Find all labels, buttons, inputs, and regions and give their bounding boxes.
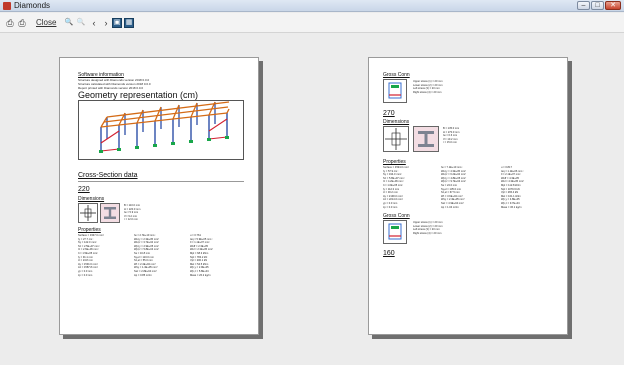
close-window-button[interactable]: ✕ [605,1,621,10]
report-page-1: Software information Structure designed … [59,57,259,335]
properties-column-1: Surface = 3337.0 mm² Iy = 27.7 cm⁴ Sy = … [78,234,104,277]
property-value: zp = 0.0 mm [383,205,398,209]
app-icon [3,2,11,10]
gross-conn-value: Right stress (4) = 20 mm [413,90,442,94]
gross-conn-value: Right stress (4) = 20 mm [413,231,442,235]
property-value: Ap = 0.85 m²/m [134,273,152,277]
gross-conn-diagram [383,220,407,244]
properties-header: Properties [78,227,101,233]
properties-column-2: Iw = 2.7E+10 mm⁶ Wel,y = 2.3E+05 mm³ Wel… [134,234,159,277]
report-page-2: Gross Conn Upper stress (1) = 20 mm Lowe… [368,57,568,335]
properties-column-1: Surface = 4594.0 mm² Iy = 57.9 cm⁴ Sy = … [383,166,409,209]
zoom-in-icon[interactable]: 🔍 [63,17,75,29]
section-axes-diagram [383,126,409,152]
property-value: Mass = 26.2 kg/m [190,273,211,277]
i-beam-icon [104,207,116,219]
gross-conn-header: Gross Conn [383,213,410,219]
print-setup-icon[interactable]: ⎙ [16,17,28,29]
properties-column-3: u = 0.817 Ieq = 1.1E+06 mm⁴ Il = 2.1E+07… [501,166,524,209]
section-name: 270 [383,110,395,117]
geometry-view [78,100,244,160]
gross-conn-list: Upper stress (1) = 20 mm Lower stress (2… [413,80,442,94]
single-page-icon[interactable]: ▣ [112,18,122,28]
structure-render [99,101,230,153]
property-value: Ap = 1.04 m²/m [441,205,459,209]
dimension-list: B = 110.0 mm H = 220.0 mm tw = 5.9 mm tf… [124,204,140,222]
previous-page-icon[interactable]: ‹ [88,17,100,29]
dimensions-header: Dimensions [78,196,105,202]
i-beam-diagram [100,203,120,223]
i-beam-diagram [413,126,439,152]
gross-conn-list: Upper stress (1) = 20 mm Lower stress (2… [413,221,442,235]
dimensions-header: Dimensions [383,119,410,125]
zoom-out-icon[interactable]: 🔍 [75,17,87,29]
two-page-icon[interactable]: ▦ [124,18,134,28]
close-button[interactable]: Close [36,17,56,29]
next-page-icon[interactable]: › [100,17,112,29]
property-value: Ssz = 2.8E+04 mm³ [134,269,157,273]
cross-section-title: Cross-Section data [78,172,138,179]
gross-conn-header: Gross Conn [383,72,410,78]
connection-icon [388,82,402,99]
toolbar: ⎙ ⎙ Close 🔍 🔍 ‹ › ▣ ▦ [0,13,624,33]
print-icon[interactable]: ⎙ [4,17,16,29]
connection-icon [388,223,402,240]
dimension-list: B = 135.0 mm H = 270.0 mm tw = 6.6 mm tf… [443,127,459,145]
property-value: Mass = 36.1 kg/m [501,205,522,209]
minimize-button[interactable]: – [577,1,590,10]
gross-conn-diagram [383,79,407,103]
properties-column-3: u = 0.761 Ieq = 5.9E+05 mm⁴ Il = 1.1E+07… [190,234,213,277]
axes-icon [80,205,96,221]
title-bar: Diamonds – □ ✕ [0,0,624,12]
section-name: 220 [78,186,90,193]
axes-icon [385,128,407,150]
dimension-value: r = 12.0 mm [124,218,138,222]
i-beam-icon [418,131,434,147]
window-title: Diamonds [14,1,51,10]
dimension-value: r = 15.0 mm [443,141,457,145]
maximize-button[interactable]: □ [591,1,604,10]
properties-column-2: Iw = 7.1E+10 mm⁶ Wel,y = 4.3E+05 mm³ Wel… [441,166,466,209]
section-name: 160 [383,250,395,257]
section-axes-diagram [78,203,98,223]
section-divider [78,181,244,182]
property-value: Ssz = 4.9E+04 mm³ [441,201,464,205]
property-value: zp = 0.0 mm [78,273,93,277]
properties-header: Properties [383,159,406,165]
